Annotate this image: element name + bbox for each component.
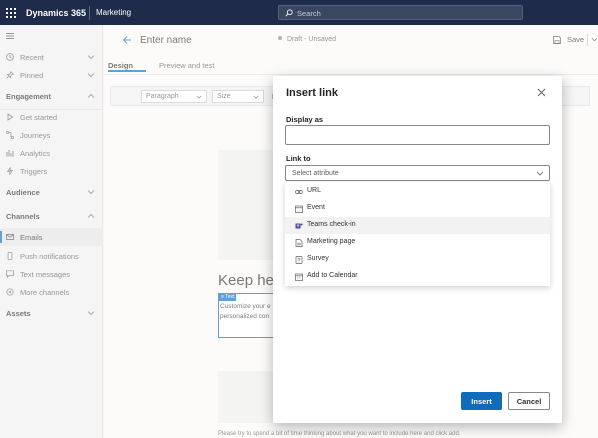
dropdown-option-survey[interactable]: Survey [285, 251, 550, 268]
option-label: Teams check-in [307, 221, 356, 228]
option-label: Survey [307, 255, 329, 262]
option-label: Marketing page [307, 238, 356, 245]
display-as-input[interactable] [285, 125, 550, 145]
app-name[interactable]: Dynamics 365 [26, 8, 86, 18]
option-label: Event [307, 204, 325, 211]
close-icon[interactable] [537, 88, 546, 97]
chevron-down-icon [536, 171, 544, 176]
top-divider [89, 6, 90, 20]
page-icon [295, 239, 303, 247]
teams-icon [295, 223, 303, 229]
calendar-icon [295, 205, 303, 213]
dropdown-option-url[interactable]: URL [285, 183, 550, 200]
dialog-title: Insert link [286, 87, 338, 99]
calendar-add-icon [295, 273, 303, 281]
dropdown-option-teams-check-in[interactable]: Teams check-in [285, 217, 550, 234]
dropdown-option-add-to-calendar[interactable]: Add to Calendar [285, 268, 550, 285]
insert-button[interactable]: Insert [461, 392, 502, 410]
top-bar: Dynamics 365 Marketing Search [0, 0, 598, 25]
global-search[interactable]: Search [278, 5, 523, 20]
link-to-label: Link to [286, 154, 311, 163]
display-as-label: Display as [286, 115, 324, 124]
link-to-select[interactable]: Select attribute [285, 165, 550, 181]
dropdown-option-event[interactable]: Event [285, 200, 550, 217]
option-label: URL [307, 187, 322, 194]
search-placeholder: Search [297, 9, 321, 18]
dropdown-option-marketing-page[interactable]: Marketing page [285, 234, 550, 251]
link-to-placeholder: Select attribute [292, 170, 339, 177]
app-launcher-icon[interactable] [6, 8, 16, 18]
area-name: Marketing [96, 8, 132, 17]
cancel-button[interactable]: Cancel [508, 392, 550, 410]
search-icon [285, 9, 293, 17]
survey-icon [295, 256, 303, 264]
option-label: Add to Calendar [307, 272, 358, 279]
insert-link-dialog: Insert link Display as Link to Select at… [273, 76, 562, 423]
link-icon [295, 190, 303, 194]
link-to-dropdown: URL Event Teams check-in Marketing page … [285, 182, 550, 286]
